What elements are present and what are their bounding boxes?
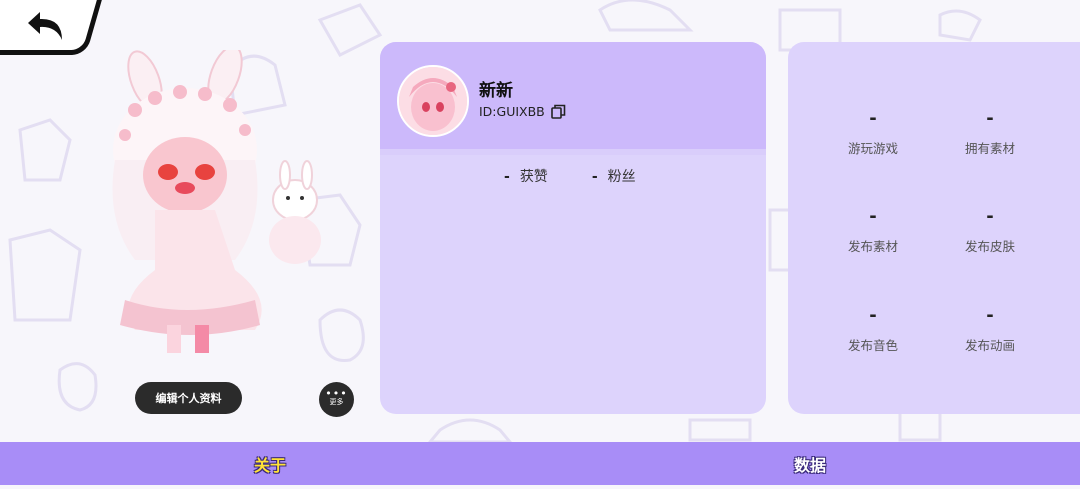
data-label: 游玩游戏 bbox=[847, 141, 898, 156]
data-label: 发布素材 bbox=[847, 239, 898, 254]
more-label: 更多 bbox=[329, 398, 344, 406]
data-item-published-assets: - 发布素材 bbox=[818, 208, 928, 255]
tab-data[interactable]: 数据 bbox=[740, 442, 880, 485]
data-item-published-animations: - 发布动画 bbox=[935, 307, 1045, 354]
likes-label: 获赞 bbox=[519, 169, 548, 185]
bottom-tab-bar: 关于 数据 bbox=[0, 442, 1080, 485]
data-label: 发布皮肤 bbox=[964, 239, 1015, 254]
stat-likes[interactable]: - 获赞 bbox=[504, 166, 548, 186]
data-value: - bbox=[869, 206, 877, 227]
data-item-owned-assets: - 拥有素材 bbox=[935, 110, 1045, 157]
fans-label: 粉丝 bbox=[607, 169, 636, 185]
data-label: 拥有素材 bbox=[964, 141, 1015, 156]
data-value: - bbox=[869, 108, 877, 129]
data-value: - bbox=[986, 206, 994, 227]
more-dots-icon: ••• bbox=[325, 387, 348, 400]
fans-value: - bbox=[591, 169, 598, 185]
data-value: - bbox=[986, 108, 994, 129]
data-label: 发布音色 bbox=[847, 338, 898, 353]
back-arrow-icon[interactable] bbox=[26, 10, 68, 42]
avatar-character bbox=[95, 45, 345, 360]
more-button[interactable]: ••• 更多 bbox=[319, 382, 354, 417]
stat-fans[interactable]: - 粉丝 bbox=[592, 166, 636, 186]
data-value: - bbox=[869, 305, 877, 326]
data-item-published-sounds: - 发布音色 bbox=[818, 307, 928, 354]
profile-avatar[interactable] bbox=[397, 65, 469, 137]
data-card: - 游玩游戏 - 拥有素材 - 发布素材 - 发布皮肤 - 发布音色 - 发布动… bbox=[788, 42, 1080, 414]
copy-icon[interactable] bbox=[550, 104, 566, 119]
likes-value: - bbox=[504, 169, 510, 185]
tab-about[interactable]: 关于 bbox=[200, 442, 340, 485]
username: 新新 bbox=[479, 81, 513, 101]
data-item-played-games: - 游玩游戏 bbox=[818, 110, 928, 157]
profile-header: 新新 ID:GUIXBB bbox=[380, 42, 766, 155]
profile-card: 新新 ID:GUIXBB - 获赞 - 粉丝 bbox=[380, 42, 766, 414]
user-id-row: ID:GUIXBB bbox=[479, 104, 566, 119]
edit-profile-button[interactable]: 编辑个人资料 bbox=[135, 382, 242, 414]
user-id: ID:GUIXBB bbox=[479, 104, 545, 119]
data-item-published-skins: - 发布皮肤 bbox=[935, 208, 1045, 255]
data-value: - bbox=[986, 305, 994, 326]
data-label: 发布动画 bbox=[964, 338, 1015, 353]
stats-row: - 获赞 - 粉丝 bbox=[504, 166, 636, 186]
